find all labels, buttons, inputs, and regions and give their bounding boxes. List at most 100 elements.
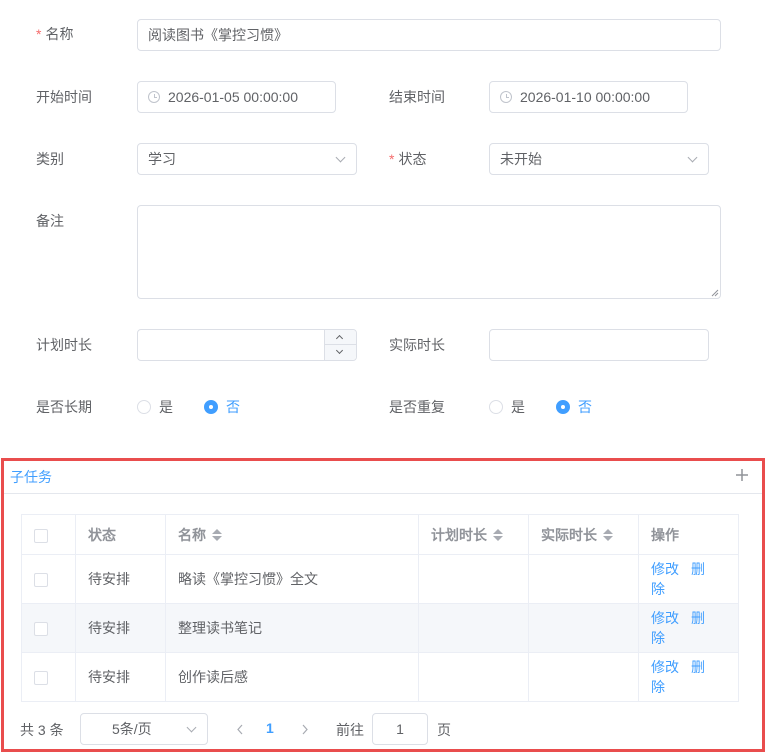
- column-header-status: 状态: [75, 514, 166, 555]
- goto-label: 前往: [336, 722, 364, 738]
- start-time-picker[interactable]: 2026-01-05 00:00:00: [137, 81, 336, 113]
- column-header-name-text: 名称: [178, 526, 206, 543]
- radio-icon: [137, 400, 151, 415]
- row-actual: [528, 652, 639, 702]
- table-row: 待安排 创作读后感 修改 删除: [21, 652, 739, 702]
- name-label: * 名称: [36, 18, 73, 50]
- sort-icon[interactable]: [212, 528, 222, 542]
- subtask-panel-header: 子任务: [4, 461, 762, 494]
- row-planned: [418, 603, 529, 653]
- row-actions: 修改 删除: [638, 603, 739, 653]
- chevron-up-icon: [335, 334, 344, 343]
- row-status: 待安排: [75, 603, 166, 653]
- page-size-value: 5条/页: [112, 721, 152, 737]
- clock-icon: [148, 91, 160, 104]
- chevron-left-icon[interactable]: [236, 724, 244, 735]
- pagination-total: 共 3 条: [20, 722, 64, 738]
- row-planned: [418, 554, 529, 604]
- long-term-no-label: 否: [226, 399, 240, 415]
- long-term-no-radio[interactable]: 否: [204, 391, 240, 423]
- repeat-no-radio[interactable]: 否: [556, 391, 592, 423]
- chevron-down-icon: [335, 346, 344, 355]
- status-select[interactable]: 未开始: [489, 143, 709, 175]
- category-value: 学习: [148, 151, 176, 167]
- table-header-row: 状态 名称 计划时长 实际时长 操作: [21, 514, 739, 555]
- page-size-select[interactable]: 5条/页: [80, 713, 208, 745]
- status-label: * 状态: [389, 143, 426, 175]
- column-header-planned[interactable]: 计划时长: [418, 514, 529, 555]
- remark-label: 备注: [36, 213, 64, 229]
- sort-icon[interactable]: [493, 528, 503, 542]
- name-label-text: 名称: [45, 26, 74, 42]
- repeat-yes-radio[interactable]: 是: [489, 391, 525, 423]
- select-all-checkbox[interactable]: [34, 528, 48, 543]
- status-value: 未开始: [500, 151, 542, 167]
- row-checkbox[interactable]: [34, 573, 48, 588]
- row-select-cell: [21, 554, 76, 604]
- edit-link[interactable]: 修改: [651, 659, 679, 675]
- radio-checked-icon: [204, 400, 218, 415]
- repeat-yes-label: 是: [511, 399, 525, 415]
- chevron-right-icon[interactable]: [301, 724, 309, 735]
- column-header-actions-text: 操作: [651, 526, 679, 543]
- pagination: 共 3 条 5条/页 1 前往 1 页: [20, 713, 760, 745]
- status-label-text: 状态: [398, 151, 427, 167]
- chevron-down-icon: [687, 152, 698, 163]
- row-status: 待安排: [75, 554, 166, 604]
- actual-duration-label: 实际时长: [389, 337, 445, 353]
- clock-icon: [500, 91, 512, 104]
- row-checkbox[interactable]: [34, 622, 48, 637]
- row-name: 整理读书笔记: [165, 603, 419, 653]
- column-header-name[interactable]: 名称: [165, 514, 419, 555]
- edit-link[interactable]: 修改: [651, 610, 679, 626]
- page-unit-label: 页: [437, 722, 451, 738]
- increase-button[interactable]: [325, 330, 356, 345]
- repeat-no-label: 否: [578, 399, 592, 415]
- table-row: 待安排 略读《掌控习惯》全文 修改 删除: [21, 554, 739, 604]
- edit-link[interactable]: 修改: [651, 561, 679, 577]
- column-header-actions: 操作: [638, 514, 739, 555]
- sort-icon[interactable]: [603, 528, 613, 542]
- required-mark: *: [36, 26, 42, 42]
- plus-icon[interactable]: [735, 468, 749, 482]
- row-checkbox[interactable]: [34, 671, 48, 686]
- table-row: 待安排 整理读书笔记 修改 删除: [21, 603, 739, 653]
- planned-duration-stepper[interactable]: [137, 329, 357, 361]
- remark-textarea[interactable]: [137, 205, 721, 299]
- subtask-table: 状态 名称 计划时长 实际时长 操作 待安排 略读《掌控习惯》全文 修改 删除 待…: [21, 514, 739, 702]
- category-label: 类别: [36, 151, 64, 167]
- long-term-yes-label: 是: [159, 399, 173, 415]
- end-time-value: 2026-01-10 00:00:00: [520, 89, 650, 105]
- row-status: 待安排: [75, 652, 166, 702]
- current-page[interactable]: 1: [266, 720, 274, 736]
- row-actions: 修改 删除: [638, 652, 739, 702]
- row-actual: [528, 603, 639, 653]
- decrease-button[interactable]: [325, 345, 356, 360]
- category-select[interactable]: 学习: [137, 143, 357, 175]
- required-mark: *: [389, 151, 395, 167]
- repeat-label: 是否重复: [389, 399, 445, 415]
- row-name: 创作读后感: [165, 652, 419, 702]
- end-time-picker[interactable]: 2026-01-10 00:00:00: [489, 81, 688, 113]
- subtask-panel: 子任务 状态 名称 计划时长 实际时长 操作 待安排 略读《掌控习惯》全文 修改…: [1, 458, 765, 752]
- chevron-down-icon: [186, 722, 197, 733]
- radio-icon: [489, 400, 503, 415]
- end-time-label: 结束时间: [389, 89, 445, 105]
- row-name: 略读《掌控习惯》全文: [165, 554, 419, 604]
- stepper-controls: [324, 330, 356, 360]
- long-term-label: 是否长期: [36, 399, 92, 415]
- chevron-down-icon: [335, 152, 346, 163]
- actual-duration-input[interactable]: [489, 329, 709, 361]
- name-input[interactable]: 阅读图书《掌控习惯》: [137, 19, 721, 51]
- row-actual: [528, 554, 639, 604]
- long-term-yes-radio[interactable]: 是: [137, 391, 173, 423]
- column-header-planned-text: 计划时长: [431, 526, 487, 543]
- row-planned: [418, 652, 529, 702]
- planned-duration-value: [138, 337, 148, 353]
- goto-page-input[interactable]: 1: [372, 713, 428, 745]
- start-time-label: 开始时间: [36, 89, 92, 105]
- resize-handle-icon[interactable]: [711, 289, 719, 297]
- row-actions: 修改 删除: [638, 554, 739, 604]
- radio-checked-icon: [556, 400, 570, 415]
- column-header-actual[interactable]: 实际时长: [528, 514, 639, 555]
